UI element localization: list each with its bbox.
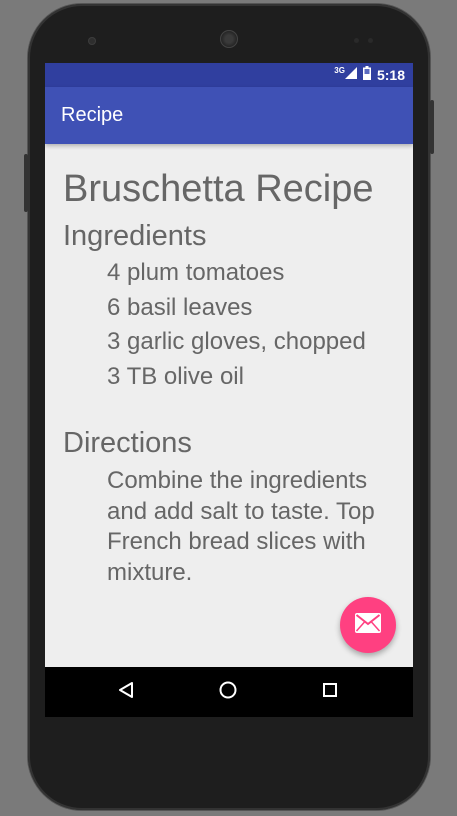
status-icons: 3G 5:18 bbox=[334, 63, 405, 87]
signal-icon bbox=[344, 66, 357, 84]
ingredients-list: 4 plum tomatoes 6 basil leaves 3 garlic … bbox=[107, 256, 366, 394]
back-icon bbox=[117, 681, 135, 704]
status-bar: 3G 5:18 bbox=[45, 63, 413, 87]
app-bar: Recipe bbox=[45, 87, 413, 144]
battery-icon bbox=[362, 65, 371, 85]
recents-button[interactable] bbox=[315, 677, 345, 707]
recipe-title: Bruschetta Recipe bbox=[63, 168, 374, 210]
ingredient-item: 3 garlic gloves, chopped bbox=[107, 328, 366, 355]
front-camera bbox=[88, 37, 96, 45]
network-type-label: 3G bbox=[334, 65, 345, 75]
volume-button bbox=[430, 100, 434, 154]
home-icon bbox=[219, 681, 237, 704]
recents-icon bbox=[322, 682, 338, 703]
directions-text: Combine the ingredients and add salt to … bbox=[107, 467, 375, 586]
recipe-content: Bruschetta Recipe Ingredients 4 plum tom… bbox=[45, 144, 413, 667]
status-time: 5:18 bbox=[376, 67, 405, 83]
ingredient-item: 3 TB olive oil bbox=[107, 362, 244, 390]
light-sensor bbox=[368, 38, 373, 43]
directions-heading: Directions bbox=[63, 427, 192, 459]
navigation-bar bbox=[45, 667, 413, 717]
earpiece-speaker bbox=[220, 30, 238, 48]
ingredient-item: 4 plum tomatoes bbox=[107, 259, 285, 286]
app-title: Recipe bbox=[61, 104, 124, 126]
email-icon bbox=[355, 612, 381, 638]
email-fab-button[interactable] bbox=[340, 597, 396, 653]
device-screen: 3G 5:18 Recipe Bruschetta Recipe Ingredi… bbox=[45, 63, 413, 717]
back-button[interactable] bbox=[111, 677, 141, 707]
home-button[interactable] bbox=[213, 677, 243, 707]
proximity-sensor bbox=[354, 38, 359, 43]
ingredients-heading: Ingredients bbox=[63, 220, 207, 252]
power-button bbox=[24, 154, 28, 212]
ingredient-item: 6 basil leaves bbox=[107, 293, 253, 321]
